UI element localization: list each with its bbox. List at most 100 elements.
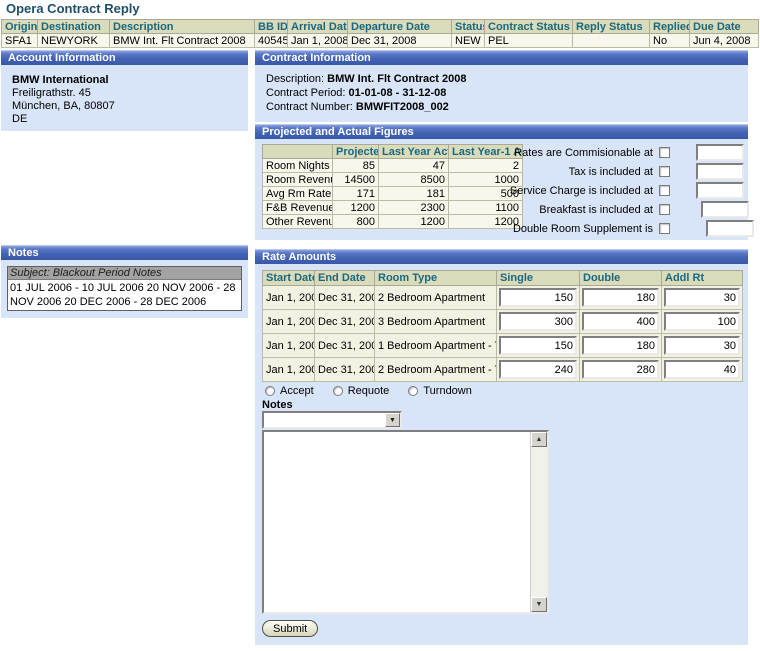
rate-row: Jan 1, 2008 Dec 31, 2008 3 Bedroom Apart… xyxy=(263,310,743,334)
double-rate-input[interactable] xyxy=(582,312,659,331)
summary-data-row: SFA1 NEWYORK BMW Int. Flt Contract 2008 … xyxy=(2,34,759,48)
cell-description: BMW Int. Flt Contract 2008 xyxy=(110,34,255,48)
turndown-radio-option[interactable]: Turndown xyxy=(408,385,472,397)
header-arrival-date: Arrival Date xyxy=(288,20,348,34)
cell-origin: SFA1 xyxy=(2,34,38,48)
rate-option-row: Breakfast is included at xyxy=(255,200,748,219)
rate-start-date: Jan 1, 2008 xyxy=(263,310,315,334)
rate-option-label: Tax is included at xyxy=(255,166,653,178)
header-contract-status: Contract Status xyxy=(485,20,573,34)
notes-body-text: 01 JUL 2006 - 10 JUL 2006 20 NOV 2006 - … xyxy=(8,280,241,310)
rate-header-single: Single xyxy=(497,271,580,286)
header-description: Description xyxy=(110,20,255,34)
rate-header-addl-rt: Addl Rt xyxy=(662,271,743,286)
rate-option-row: Service Charge is included at xyxy=(255,181,748,200)
requote-radio-label: Requote xyxy=(348,385,390,397)
service-charge-input[interactable] xyxy=(696,182,744,199)
rate-end-date: Dec 31, 2008 xyxy=(315,358,375,382)
rate-room-type: 2 Bedroom Apartment - Twi xyxy=(375,358,497,382)
notes-panel: Subject: Blackout Period Notes 01 JUL 20… xyxy=(1,260,248,318)
rate-option-label: Rates are Commisionable at xyxy=(255,147,653,159)
contract-description-value: BMW Int. Flt Contract 2008 xyxy=(327,73,466,85)
breakfast-included-checkbox[interactable] xyxy=(659,204,670,215)
rate-header-start-date: Start Date xyxy=(263,271,315,286)
rate-header-double: Double xyxy=(580,271,662,286)
reply-notes-textarea-frame: ▲ ▼ xyxy=(262,430,549,614)
single-rate-input[interactable] xyxy=(499,312,577,331)
header-bb-id: BB ID xyxy=(255,20,288,34)
rate-row: Jan 1, 2008 Dec 31, 2008 2 Bedroom Apart… xyxy=(263,358,743,382)
reply-notes-label: Notes xyxy=(262,399,293,411)
addl-rate-input[interactable] xyxy=(664,360,740,379)
cell-contract-status: PEL xyxy=(485,34,573,48)
single-rate-input[interactable] xyxy=(499,360,577,379)
rate-header-row: Start Date End Date Room Type Single Dou… xyxy=(263,271,743,286)
radio-icon[interactable] xyxy=(333,386,343,396)
cell-departure-date: Dec 31, 2008 xyxy=(348,34,452,48)
page-title: Opera Contract Reply xyxy=(6,1,140,16)
contract-period-value: 01-01-08 - 31-12-08 xyxy=(349,87,447,99)
account-address-line1: Freiligrathstr. 45 xyxy=(12,87,237,100)
contract-number-label: Contract Number: xyxy=(266,101,353,113)
notes-dropdown-value xyxy=(264,413,385,427)
rate-header-end-date: End Date xyxy=(315,271,375,286)
radio-icon[interactable] xyxy=(408,386,418,396)
reply-notes-textarea[interactable] xyxy=(264,432,530,612)
account-information-header: Account Information xyxy=(1,50,248,65)
rate-amounts-table: Start Date End Date Room Type Single Dou… xyxy=(262,270,743,382)
submit-button[interactable]: Submit xyxy=(262,620,318,637)
contract-number-value: BMWFIT2008_002 xyxy=(356,101,449,113)
textarea-scrollbar[interactable]: ▲ ▼ xyxy=(530,432,547,612)
projected-figures-header: Projected and Actual Figures xyxy=(255,124,748,139)
header-origin: Origin xyxy=(2,20,38,34)
cell-destination: NEWYORK xyxy=(38,34,110,48)
scroll-down-icon[interactable]: ▼ xyxy=(531,597,547,612)
contract-summary-table: Origin Destination Description BB ID Arr… xyxy=(1,19,759,48)
single-rate-input[interactable] xyxy=(499,288,577,307)
rate-header-room-type: Room Type xyxy=(375,271,497,286)
rate-start-date: Jan 1, 2008 xyxy=(263,286,315,310)
commissionable-rate-input[interactable] xyxy=(696,144,744,161)
account-name: BMW International xyxy=(12,74,237,87)
addl-rate-input[interactable] xyxy=(664,336,740,355)
requote-radio-option[interactable]: Requote xyxy=(333,385,390,397)
notes-dropdown[interactable]: ▼ xyxy=(262,411,402,429)
rate-options-list: Rates are Commisionable at Tax is includ… xyxy=(255,143,748,238)
rate-room-type: 3 Bedroom Apartment xyxy=(375,310,497,334)
commissionable-checkbox[interactable] xyxy=(659,147,670,158)
rate-amounts-panel: Start Date End Date Room Type Single Dou… xyxy=(255,264,748,645)
double-rate-input[interactable] xyxy=(582,360,659,379)
rate-end-date: Dec 31, 2008 xyxy=(315,310,375,334)
accept-radio-option[interactable]: Accept xyxy=(265,385,314,397)
single-rate-input[interactable] xyxy=(499,336,577,355)
service-charge-checkbox[interactable] xyxy=(659,185,670,196)
contract-information-header: Contract Information xyxy=(255,50,748,65)
rate-option-row: Tax is included at xyxy=(255,162,748,181)
double-rate-input[interactable] xyxy=(582,288,659,307)
scroll-up-icon[interactable]: ▲ xyxy=(531,432,547,447)
addl-rate-input[interactable] xyxy=(664,288,740,307)
blackout-notes-box: Subject: Blackout Period Notes 01 JUL 20… xyxy=(7,266,242,311)
contract-period-row: Contract Period: 01-01-08 - 31-12-08 xyxy=(266,86,737,100)
opera-contract-reply-page: Opera Contract Reply Origin Destination … xyxy=(0,0,760,651)
rate-option-label: Service Charge is included at xyxy=(255,185,653,197)
tax-included-checkbox[interactable] xyxy=(659,166,670,177)
rate-row: Jan 1, 2008 Dec 31, 2008 2 Bedroom Apart… xyxy=(263,286,743,310)
chevron-down-icon[interactable]: ▼ xyxy=(385,413,400,427)
rate-start-date: Jan 1, 2008 xyxy=(263,358,315,382)
double-rate-input[interactable] xyxy=(582,336,659,355)
tax-rate-input[interactable] xyxy=(696,163,744,180)
radio-icon[interactable] xyxy=(265,386,275,396)
breakfast-input[interactable] xyxy=(701,201,749,218)
rate-row: Jan 1, 2008 Dec 31, 2008 1 Bedroom Apart… xyxy=(263,334,743,358)
header-destination: Destination xyxy=(38,20,110,34)
double-room-supplement-checkbox[interactable] xyxy=(659,223,670,234)
header-reply-status: Reply Status xyxy=(573,20,650,34)
contract-information-panel: Description: BMW Int. Flt Contract 2008 … xyxy=(255,65,748,122)
double-room-supplement-input[interactable] xyxy=(706,220,754,237)
notes-panel-header: Notes xyxy=(1,245,248,260)
turndown-radio-label: Turndown xyxy=(423,385,472,397)
rate-end-date: Dec 31, 2008 xyxy=(315,334,375,358)
addl-rate-input[interactable] xyxy=(664,312,740,331)
header-status: Status xyxy=(452,20,485,34)
